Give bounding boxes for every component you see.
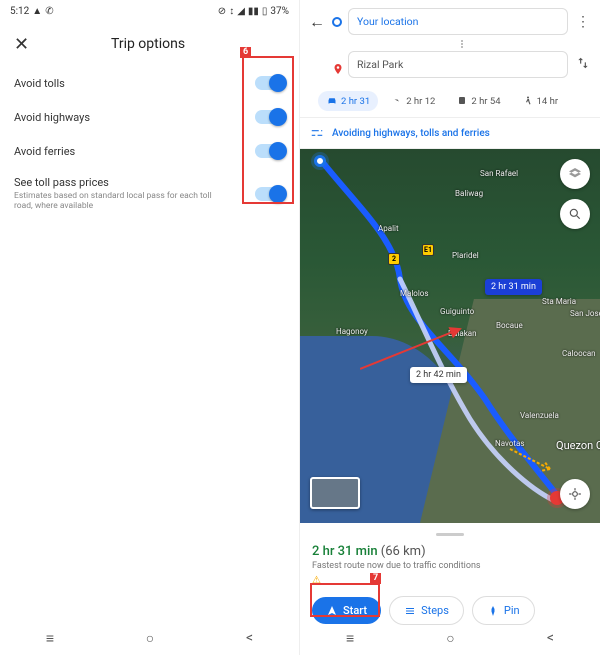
search-map-button[interactable] xyxy=(560,199,590,229)
route-shield: 2 xyxy=(388,253,400,265)
layers-button[interactable] xyxy=(560,159,590,189)
route-shield: E1 xyxy=(422,244,434,256)
option-label: Avoid tolls xyxy=(14,77,65,90)
map-city-label: Apalit xyxy=(378,224,399,233)
map-city-label: Quezon Ci xyxy=(556,439,600,452)
map-city-label: Hagonoy xyxy=(336,327,368,336)
android-nav-bar: ≡ ○ < xyxy=(300,621,600,655)
origin-marker xyxy=(314,155,326,167)
back-arrow-icon[interactable]: ← xyxy=(308,12,326,32)
trip-options-screen: 5:12 ▲ ✆ ⊘ ↕ ◢ ▮▮ ▯ 37% ✕ Trip options A… xyxy=(0,0,300,655)
option-sublabel: Estimates based on standard local pass f… xyxy=(14,191,214,211)
battery-pct: 37% xyxy=(270,6,289,17)
route-time-bubble-alt[interactable]: 2 hr 42 min xyxy=(410,367,467,383)
pin-icon xyxy=(487,605,499,617)
recenter-button[interactable] xyxy=(560,479,590,509)
mode-time: 2 hr 54 xyxy=(471,96,500,107)
tune-icon xyxy=(310,126,324,140)
data-icon: ↕ xyxy=(229,6,234,17)
option-label: Avoid ferries xyxy=(14,145,75,158)
sheet-handle[interactable] xyxy=(436,533,464,536)
dnd-icon: ⊘ xyxy=(218,6,226,17)
page-title: Trip options xyxy=(29,36,267,52)
battery-icon: ▯ xyxy=(262,6,268,17)
destination-pin-icon xyxy=(332,60,342,70)
status-bar: 5:12 ▲ ✆ ⊘ ↕ ◢ ▮▮ ▯ 37% xyxy=(0,0,299,22)
map-city-label: Malolos xyxy=(400,289,428,298)
mode-drive[interactable]: 2 hr 31 xyxy=(318,91,378,111)
route-distance: (66 km) xyxy=(381,544,426,559)
recent-apps-icon[interactable]: ≡ xyxy=(346,630,354,647)
annotation-box-toggles xyxy=(242,56,294,204)
swap-icon[interactable] xyxy=(574,55,592,74)
mode-time: 2 hr 12 xyxy=(406,96,435,107)
list-icon xyxy=(404,605,416,617)
map-city-label: Caloocan xyxy=(562,349,596,358)
directions-screen: ← Your location ⋮ Rizal Park 2 hr 31 2 h… xyxy=(300,0,600,655)
option-label: See toll pass prices xyxy=(14,176,214,189)
route-subtitle: Fastest route now due to traffic conditi… xyxy=(312,561,588,571)
annotation-badge-6: 6 xyxy=(240,47,251,58)
back-icon[interactable]: < xyxy=(246,630,253,646)
home-icon[interactable]: ○ xyxy=(446,630,454,647)
mode-motorcycle[interactable]: 2 hr 12 xyxy=(383,91,443,111)
map-city-label: Baliwag xyxy=(455,189,483,198)
route-title: 2 hr 31 min (66 km) xyxy=(312,544,588,559)
map-city-label: San Rafael xyxy=(480,169,518,178)
mode-walk[interactable]: 14 hr xyxy=(514,91,567,111)
map-city-label: San Jose xyxy=(570,309,600,318)
pin-label: Pin xyxy=(504,604,520,617)
annotation-box-start xyxy=(310,583,380,617)
map-city-label: Navotas xyxy=(495,439,524,448)
map-city-label: Plaridel xyxy=(452,251,479,260)
clock: 5:12 xyxy=(10,6,29,17)
directions-header: ← Your location ⋮ Rizal Park xyxy=(300,0,600,78)
signal-icon: ▮▮ xyxy=(248,6,259,17)
avoid-options-bar[interactable]: Avoiding highways, tolls and ferries xyxy=(300,117,600,149)
travel-modes: 2 hr 31 2 hr 12 2 hr 54 14 hr xyxy=(300,83,600,117)
steps-label: Steps xyxy=(421,604,449,617)
origin-dot-icon xyxy=(332,17,342,27)
mode-transit[interactable]: 2 hr 54 xyxy=(448,91,508,111)
wifi-icon: ◢ xyxy=(237,6,245,17)
route-connector-icon xyxy=(332,40,592,48)
mode-time: 14 hr xyxy=(537,96,559,107)
home-icon[interactable]: ○ xyxy=(146,630,154,647)
mode-time: 2 hr 31 xyxy=(341,96,370,107)
origin-input[interactable]: Your location xyxy=(348,8,568,35)
map-canvas[interactable]: 2 E1 San Rafael Baliwag Apalit Plaridel … xyxy=(300,149,600,523)
map-city-label: Bulakan xyxy=(448,329,477,338)
map-city-label: Sta Maria xyxy=(542,297,576,306)
avoid-text: Avoiding highways, tolls and ferries xyxy=(332,128,490,139)
streetview-thumbnail[interactable] xyxy=(310,477,360,509)
back-icon[interactable]: < xyxy=(547,630,554,646)
route-time: 2 hr 31 min xyxy=(312,544,378,559)
notif-icon: ▲ xyxy=(32,6,42,17)
android-nav-bar: ≡ ○ < xyxy=(0,621,299,655)
destination-input[interactable]: Rizal Park xyxy=(348,51,568,78)
close-icon[interactable]: ✕ xyxy=(14,34,29,55)
recent-apps-icon[interactable]: ≡ xyxy=(46,630,54,647)
whatsapp-icon: ✆ xyxy=(45,6,53,17)
map-city-label: Bocaue xyxy=(496,321,523,330)
more-menu-icon[interactable]: ⋮ xyxy=(574,14,592,30)
map-city-label: Guiguinto xyxy=(440,307,474,316)
route-time-bubble-primary: 2 hr 31 min xyxy=(485,279,542,295)
map-city-label: Valenzuela xyxy=(520,411,559,420)
option-label: Avoid highways xyxy=(14,111,90,124)
annotation-badge-7: 7 xyxy=(370,573,381,584)
